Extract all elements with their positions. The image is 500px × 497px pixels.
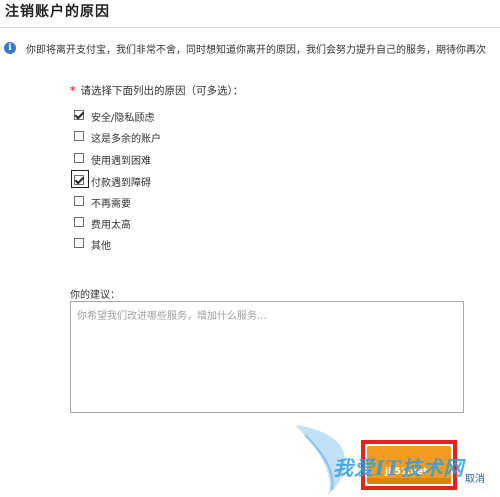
reasons-prompt: * 请选择下面列出的原因（可多选）： bbox=[70, 83, 243, 98]
reason-checkbox[interactable] bbox=[74, 175, 84, 185]
reason-label: 这是多余的账户 bbox=[91, 134, 161, 145]
reason-label: 付款遇到障碍 bbox=[91, 178, 151, 189]
info-icon: i bbox=[4, 42, 16, 54]
reason-label: 费用太高 bbox=[91, 220, 131, 231]
page-title: 注销账户的原因 bbox=[5, 4, 110, 20]
reason-checkbox[interactable] bbox=[74, 153, 84, 163]
notice-text: 你即将离开支付宝，我们非常不舍，同时想知道你离开的原因，我们会努力提升自己的服务… bbox=[26, 45, 486, 56]
notice-bar: i 你即将离开支付宝，我们非常不舍，同时想知道你离开的原因，我们会努力提升自己的… bbox=[4, 40, 500, 56]
title-divider bbox=[0, 27, 500, 28]
suggestion-placeholder: 你希望我们改进哪些服务，增加什么服务... bbox=[77, 311, 267, 322]
cancel-link[interactable]: 取消 bbox=[465, 470, 485, 485]
reason-checkbox[interactable] bbox=[74, 196, 84, 206]
suggestion-label: 你的建议： bbox=[70, 290, 120, 301]
reasons-prompt-text: 请选择下面列出的原因（可多选）： bbox=[80, 85, 244, 97]
watermark-text: 我爱IT技术网 bbox=[333, 456, 465, 480]
reason-label: 使用遇到困难 bbox=[91, 156, 151, 167]
reason-checkbox[interactable] bbox=[74, 217, 84, 227]
reason-label: 安全/隐私顾虑 bbox=[91, 113, 155, 124]
required-mark: * bbox=[70, 85, 76, 97]
reason-label: 其他 bbox=[91, 241, 111, 252]
reason-label: 不再需要 bbox=[91, 199, 131, 210]
suggestion-textarea[interactable]: 你希望我们改进哪些服务，增加什么服务... bbox=[70, 301, 464, 413]
reason-checkbox[interactable] bbox=[74, 238, 84, 248]
reason-checkbox[interactable] bbox=[74, 131, 84, 141]
reason-checkbox[interactable] bbox=[74, 110, 84, 120]
